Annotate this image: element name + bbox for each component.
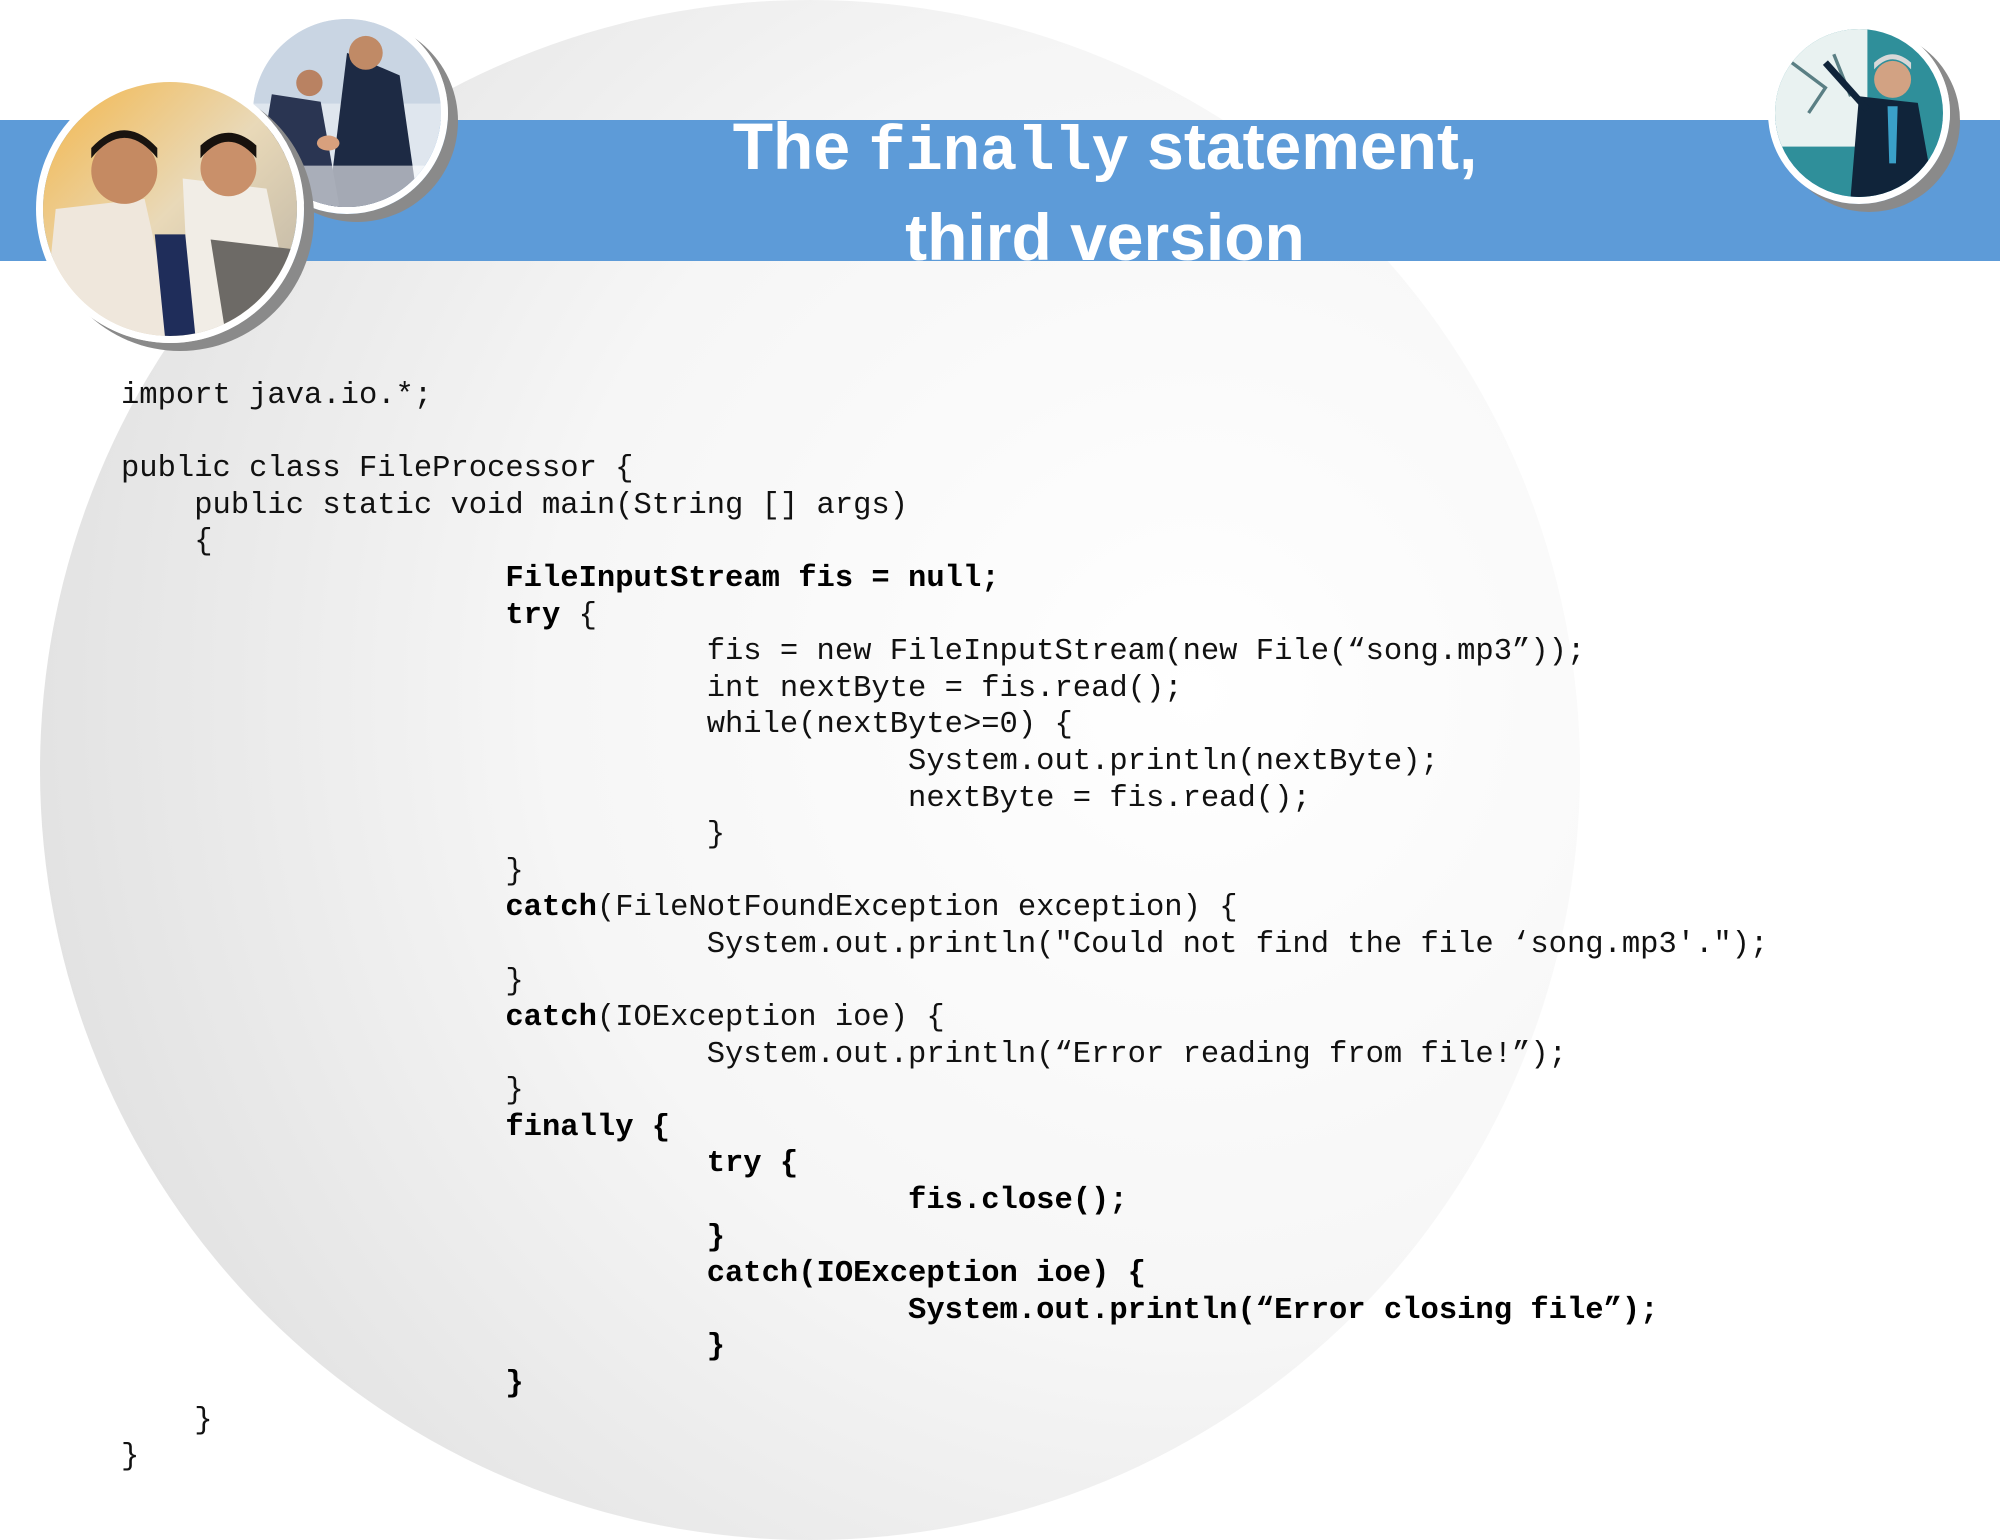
slide-title: The finally statement, third version (560, 104, 1650, 279)
code-text: (IOException ioe) { (596, 1001, 945, 1036)
code-line: } (121, 1439, 1768, 1476)
code-line: FileInputStream fis = null; (121, 561, 1768, 598)
code-text: { (560, 598, 597, 633)
code-line: System.out.println(“Error closing file”)… (121, 1293, 1768, 1330)
code-line: } (121, 854, 1768, 891)
code-keyword-bold: catch(IOException ioe) { (706, 1257, 1146, 1292)
code-keyword-bold: } (706, 1220, 726, 1255)
code-text: while(nextByte>=0) { (706, 708, 1073, 743)
code-line: } (121, 1220, 1768, 1257)
code-keyword-bold: } (505, 1367, 524, 1402)
code-line: try { (121, 1146, 1768, 1183)
code-line: try { (121, 598, 1768, 635)
code-line: System.out.println("Could not find the f… (121, 927, 1769, 964)
code-keyword-bold: catch (505, 1001, 597, 1036)
code-text: System.out.println(nextByte); (908, 744, 1439, 779)
code-text: nextByte = fis.read(); (908, 781, 1311, 816)
code-line: } (121, 1073, 1768, 1110)
code-text: public class FileProcessor { (121, 452, 634, 487)
code-line: nextByte = fis.read(); (121, 781, 1768, 818)
code-line: } (121, 1403, 1768, 1440)
code-line: { (121, 524, 1768, 561)
presenter-whiteboard-photo (1768, 22, 1950, 204)
code-line: catch(IOException ioe) { (121, 1256, 1768, 1293)
title-text-part1: The (732, 109, 869, 183)
code-text: } (505, 1074, 524, 1109)
code-line: } (121, 1329, 1768, 1366)
code-keyword-bold: } (706, 1330, 726, 1365)
code-line: } (121, 1366, 1768, 1403)
code-text: System.out.println(“Error reading from f… (706, 1037, 1567, 1072)
code-text: int nextByte = fis.read(); (706, 671, 1183, 706)
code-line: public class FileProcessor { (121, 451, 1768, 488)
code-line: int nextByte = fis.read(); (121, 671, 1768, 708)
code-keyword-bold: try { (706, 1147, 799, 1182)
code-keyword-bold: try (505, 598, 561, 633)
title-text-part2: statement, (1128, 109, 1478, 183)
code-text: System.out.println("Could not find the f… (706, 927, 1769, 962)
businessmen-laptop-photo (36, 75, 304, 343)
code-line: } (121, 817, 1768, 854)
code-text: public static void main(String [] args) (194, 488, 909, 523)
code-block: import java.io.*; public class FileProces… (121, 378, 1768, 1476)
code-text: } (194, 1403, 213, 1438)
code-keyword-bold: fis.close(); (908, 1184, 1128, 1219)
code-line: } (121, 964, 1768, 1001)
code-text: (FileNotFoundException exception) { (596, 891, 1238, 926)
code-text: } (505, 854, 524, 889)
code-line: import java.io.*; (121, 378, 1768, 415)
code-keyword-bold: System.out.println(“Error closing file”)… (908, 1293, 1659, 1328)
code-line: finally { (121, 1110, 1768, 1147)
code-text: import java.io.*; (121, 379, 433, 413)
code-line: while(nextByte>=0) { (121, 707, 1768, 744)
code-keyword-bold: FileInputStream fis = null; (505, 561, 1000, 596)
code-text: { (194, 525, 213, 560)
code-text: } (121, 1440, 140, 1475)
title-keyword: finally (868, 117, 1129, 188)
code-keyword-bold: catch (505, 891, 597, 926)
code-line: catch(FileNotFoundException exception) { (121, 890, 1768, 927)
code-line: fis = new FileInputStream(new File(“song… (121, 634, 1768, 671)
title-text-line2: third version (905, 200, 1305, 274)
code-text: } (706, 818, 726, 853)
code-text: fis = new FileInputStream(new File(“song… (706, 635, 1586, 670)
code-line: fis.close(); (121, 1183, 1768, 1220)
code-keyword-bold: finally { (505, 1110, 671, 1145)
code-line: catch(IOException ioe) { (121, 1000, 1768, 1037)
code-line: public static void main(String [] args) (121, 488, 1768, 525)
code-line: System.out.println(nextByte); (121, 744, 1768, 781)
code-text: } (505, 964, 524, 999)
code-line: System.out.println(“Error reading from f… (121, 1037, 1768, 1074)
